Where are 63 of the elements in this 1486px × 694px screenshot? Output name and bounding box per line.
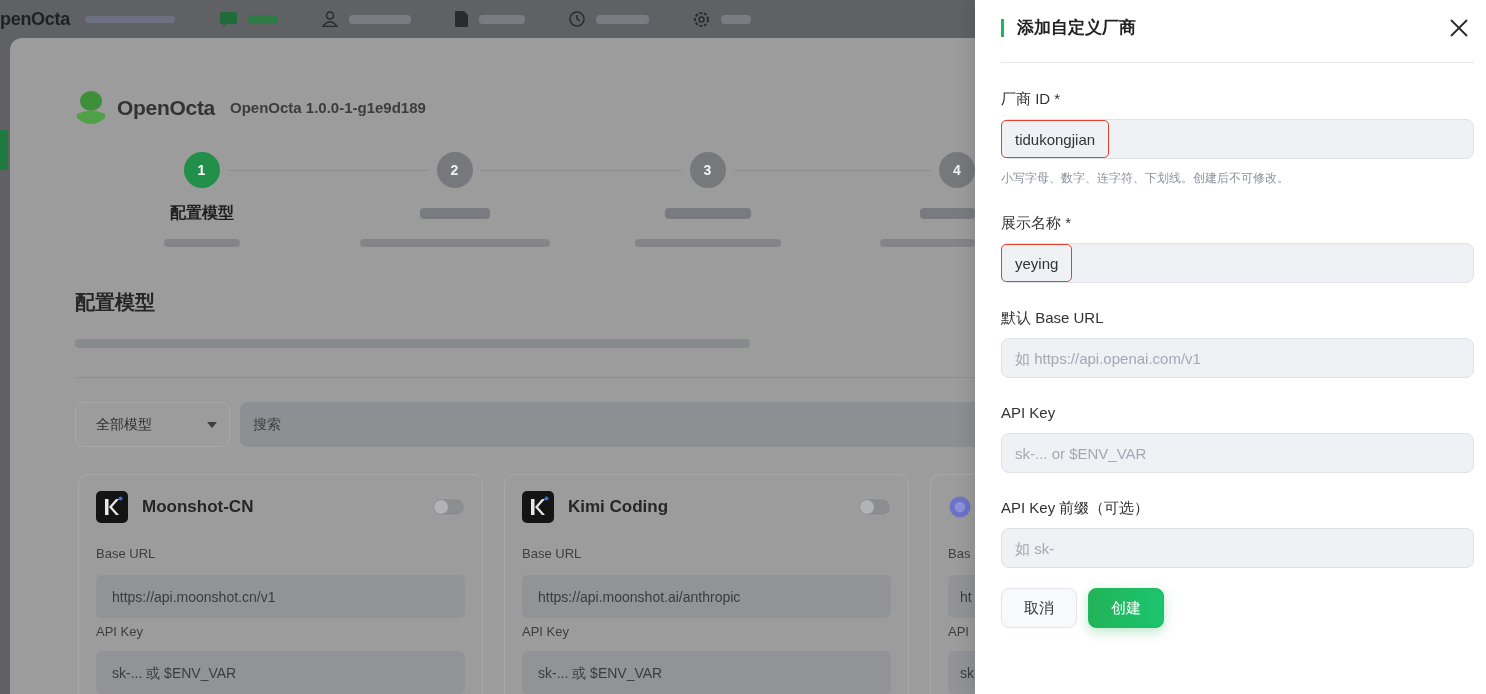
logo-icon	[75, 90, 107, 126]
blurred-text-drawing	[720, 14, 751, 24]
toggle-switch[interactable]	[432, 498, 465, 516]
input-field[interactable]: yeying	[1001, 243, 1474, 283]
provider-name: Moonshot-CN	[142, 496, 254, 519]
step-indicator: 1	[183, 152, 220, 188]
blurred-text-drawing	[419, 207, 490, 219]
settings-icon	[692, 10, 710, 28]
section-title: 配置模型	[75, 290, 156, 315]
version-label: OpenOcta 1.0.0-1-g1e9d189	[229, 97, 426, 118]
api-key-field[interactable]: sk	[948, 651, 975, 694]
field-label: Base URL	[522, 545, 583, 563]
api-key-field[interactable]: sk-... 或 $ENV_VAR	[522, 651, 891, 694]
field-label: API Key 前缀（可选）	[1001, 498, 1151, 518]
field-label: 厂商 ID *	[1001, 89, 1062, 109]
model-filter-select[interactable]: 全部模型	[75, 402, 230, 447]
cancel-button[interactable]: 取消	[1001, 588, 1077, 628]
app-name: OpenOcta	[117, 95, 215, 122]
hint-text: 小写字母、数字、连字符、下划线。创建后不可修改。	[1001, 170, 1290, 187]
provider-name: Kimi Coding	[568, 496, 669, 519]
provider-logo-icon	[96, 491, 128, 523]
person-icon	[321, 11, 338, 27]
input-field[interactable]: tidukongjian	[1001, 119, 1474, 159]
step-indicator: 3	[689, 152, 726, 188]
provider-logo-icon	[522, 491, 554, 523]
blurred-text-drawing	[595, 14, 649, 24]
blurred-text-drawing	[478, 14, 525, 24]
toggle-switch[interactable]	[858, 498, 891, 516]
drawer-title: 添加自定义厂商	[1001, 19, 1136, 37]
document-icon	[454, 11, 468, 27]
blurred-text-drawing	[920, 207, 975, 219]
base-url-field[interactable]: https://api.moonshot.ai/anthropic	[522, 575, 891, 618]
blurred-text-drawing	[247, 14, 278, 24]
nav-link[interactable]	[692, 10, 751, 28]
base-url-field[interactable]: ht	[948, 575, 975, 618]
api-key-field[interactable]: sk-... 或 $ENV_VAR	[96, 651, 465, 694]
step-indicator: 4	[939, 152, 975, 188]
step-title: 配置模型	[169, 203, 234, 223]
nav-link[interactable]	[321, 11, 411, 27]
caret-icon	[207, 421, 217, 428]
provider-logo-icon	[948, 495, 972, 519]
input-field[interactable]: sk-... or $ENV_VAR	[1001, 433, 1474, 473]
field-label: Base URL	[96, 545, 157, 563]
chat-bubble-icon	[219, 11, 237, 27]
base-url-field[interactable]: https://api.moonshot.cn/v1	[96, 575, 465, 618]
close-button[interactable]	[1450, 19, 1468, 37]
blurred-text-drawing	[348, 14, 411, 24]
nav-link[interactable]	[454, 11, 525, 27]
clock-icon	[568, 11, 585, 27]
nav-link[interactable]	[568, 11, 649, 27]
field-label: API Key	[96, 623, 144, 641]
close-icon	[1450, 19, 1468, 37]
brand-name: penOcta	[0, 8, 70, 30]
field-label: 默认 Base URL	[1001, 308, 1105, 328]
field-label: 展示名称 *	[1001, 213, 1072, 233]
input-field[interactable]: 如 https://api.openai.com/v1	[1001, 338, 1474, 378]
input-field[interactable]: 如 sk-	[1001, 528, 1474, 568]
field-label: Bas	[948, 545, 972, 563]
search-field[interactable]: 搜索	[240, 402, 975, 447]
field-label: API Key	[522, 623, 570, 641]
field-label: API	[948, 623, 970, 641]
step-indicator: 2	[436, 152, 473, 188]
field-label: API Key	[1001, 403, 1057, 423]
